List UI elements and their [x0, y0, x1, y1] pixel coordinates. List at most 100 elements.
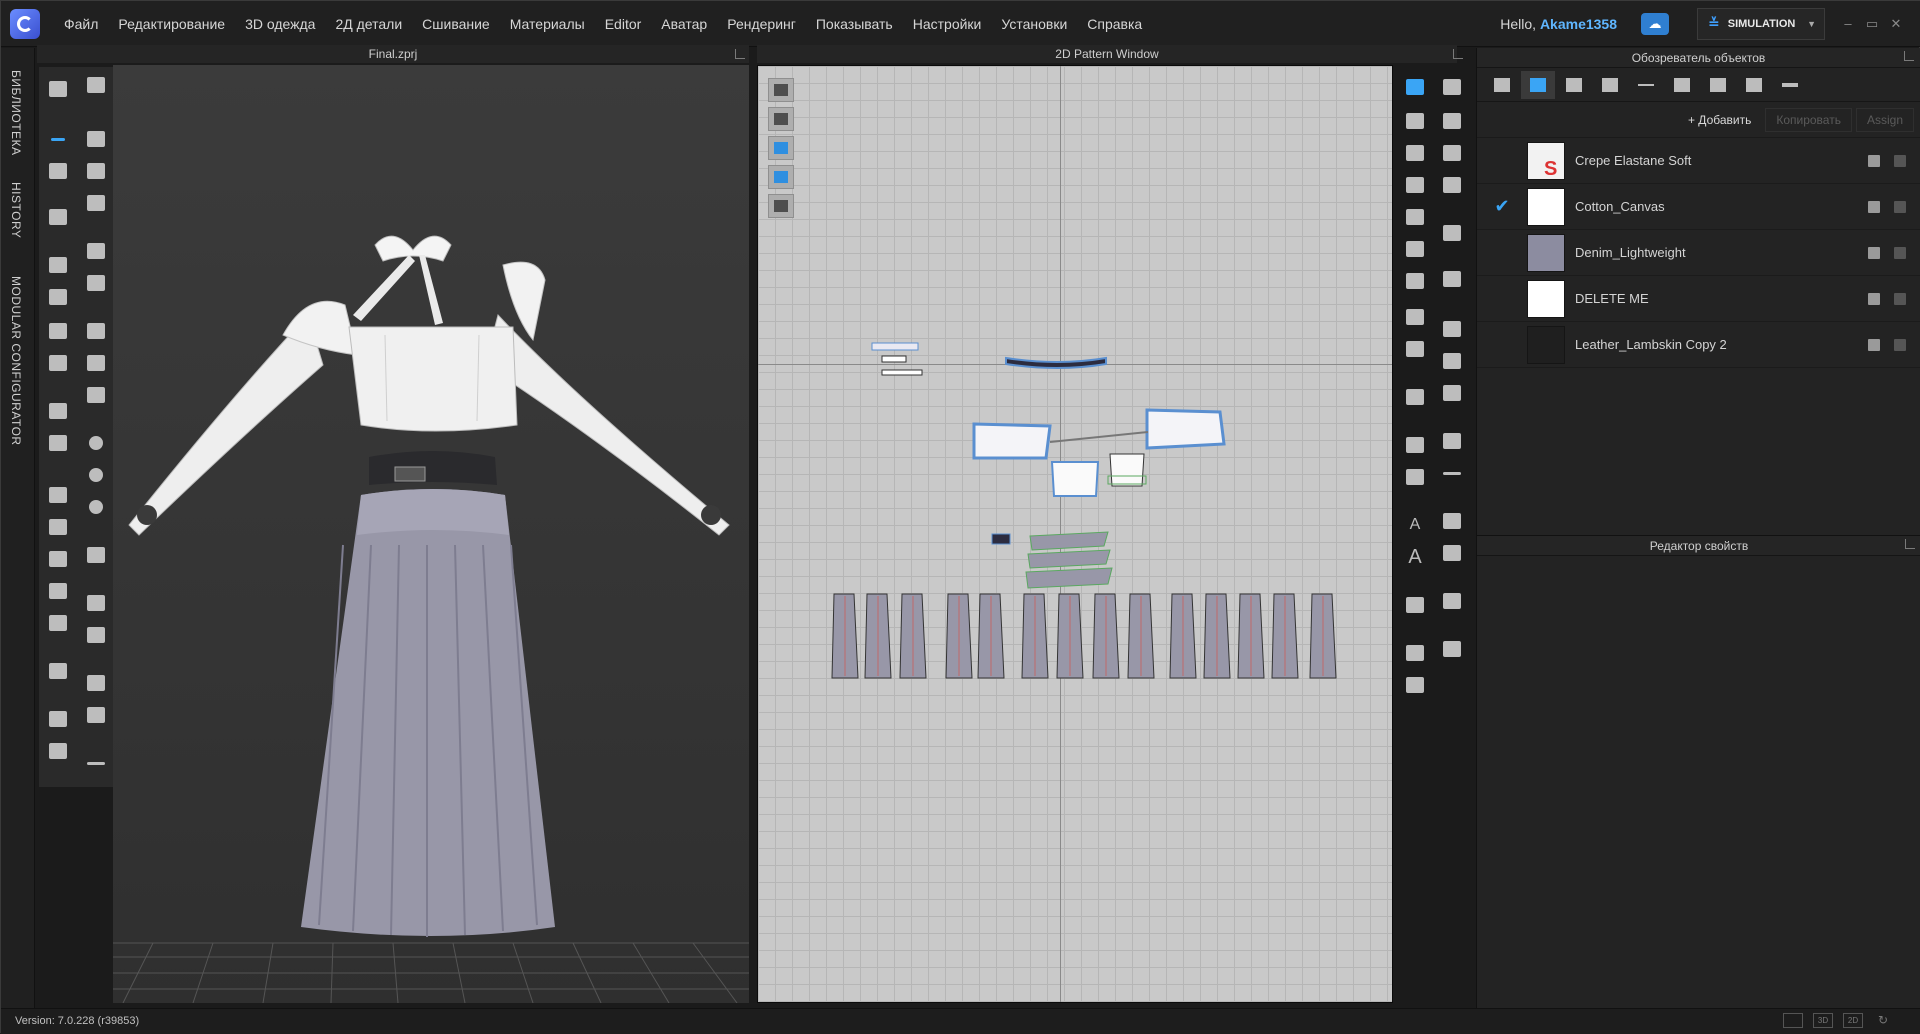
menu-render[interactable]: Рендеринг	[717, 1, 806, 47]
app-logo-icon[interactable]	[10, 8, 40, 39]
measure-tool-icon[interactable]	[45, 399, 71, 423]
list-item[interactable]: ✔ Cotton_Canvas	[1477, 184, 1920, 230]
delete-material-icon[interactable]	[1894, 292, 1906, 305]
tab-topstitch-icon[interactable]	[1665, 71, 1699, 99]
transform-pattern-icon[interactable]	[1402, 141, 1428, 165]
fold-arrangement-icon[interactable]	[1402, 641, 1428, 665]
menu-help[interactable]: Справка	[1077, 1, 1152, 47]
close-icon[interactable]: ✕	[1885, 16, 1907, 32]
buttonhole-tool-icon[interactable]	[83, 463, 109, 487]
trace-icon[interactable]	[1402, 305, 1428, 329]
save-material-icon[interactable]	[1868, 154, 1880, 167]
dashed-line-icon[interactable]	[1439, 461, 1465, 485]
gather-icon[interactable]	[1439, 509, 1465, 533]
delete-material-icon[interactable]	[1894, 246, 1906, 259]
arrange-tool-icon[interactable]	[45, 707, 71, 731]
fabric-tool-icon[interactable]	[83, 383, 109, 407]
viewport-3d[interactable]	[113, 65, 749, 1003]
tack-tool-icon[interactable]	[45, 285, 71, 309]
menu-preferences[interactable]: Установки	[991, 1, 1077, 47]
avatar-measure-icon[interactable]	[1402, 673, 1428, 697]
seam-allowance-icon[interactable]	[1402, 385, 1428, 409]
delete-material-icon[interactable]	[1894, 200, 1906, 213]
add-point-icon[interactable]	[1402, 337, 1428, 361]
tab-buttonhole-icon[interactable]	[1629, 71, 1663, 99]
brush-tool-icon[interactable]	[83, 159, 109, 183]
pin-tool-icon[interactable]	[45, 319, 71, 343]
menu-avatar[interactable]: Аватар	[651, 1, 717, 47]
save-material-icon[interactable]	[1868, 246, 1880, 259]
garment-tool-icon[interactable]	[45, 205, 71, 229]
pen-tool-icon[interactable]	[45, 159, 71, 183]
symmetry-icon[interactable]	[1439, 267, 1465, 291]
polygon-icon[interactable]	[1402, 173, 1428, 197]
add-button[interactable]: + Добавить	[1678, 109, 1761, 131]
save-material-icon[interactable]	[1868, 200, 1880, 213]
save-material-icon[interactable]	[1868, 292, 1880, 305]
dart-icon[interactable]	[1402, 269, 1428, 293]
table-icon[interactable]	[1439, 637, 1465, 661]
undock-2d-icon[interactable]	[1453, 49, 1463, 59]
minimize-icon[interactable]: –	[1837, 16, 1859, 31]
copy-button[interactable]: Копировать	[1765, 107, 1852, 132]
menu-sewing[interactable]: Сшивание	[412, 1, 500, 47]
edit-curve-icon[interactable]	[1402, 109, 1428, 133]
list-item[interactable]: Denim_Lightweight	[1477, 230, 1920, 276]
texture-tool-icon[interactable]	[45, 431, 71, 455]
camera-icon[interactable]	[1439, 589, 1465, 613]
tab-history[interactable]: HISTORY	[9, 182, 23, 238]
annotation-a-icon[interactable]: A	[1402, 513, 1428, 537]
edit-pattern-icon[interactable]	[1402, 75, 1428, 99]
tab-modular-configurator[interactable]: MODULAR CONFIGURATOR	[9, 276, 23, 446]
menu-edit[interactable]: Редактирование	[108, 1, 235, 47]
puff-tool-icon[interactable]	[83, 351, 109, 375]
tab-fabric-icon[interactable]	[1521, 70, 1555, 99]
pattern-shape-tool-icon[interactable]	[83, 319, 109, 343]
segment-sewing-icon[interactable]	[1402, 433, 1428, 457]
check-sewing-icon[interactable]	[1439, 141, 1465, 165]
grading-icon[interactable]	[1402, 593, 1428, 617]
username[interactable]: Akame1358	[1540, 16, 1617, 32]
button-tool-icon[interactable]	[83, 431, 109, 455]
run-tool-icon[interactable]	[83, 73, 109, 97]
pattern-fabric-icon[interactable]	[1439, 349, 1465, 373]
undock-icon[interactable]	[735, 49, 745, 59]
list-item[interactable]: Leather_Lambskin Copy 2	[1477, 322, 1920, 368]
undock-property-icon[interactable]	[1905, 539, 1915, 549]
text-a-icon[interactable]: A	[1402, 545, 1428, 569]
view-single-icon[interactable]	[1783, 1013, 1803, 1028]
tab-zipper-icon[interactable]	[1701, 71, 1735, 99]
simulation-mode-dropdown[interactable]: ≚ SIMULATION ▼	[1697, 7, 1825, 40]
stitch-tool-icon[interactable]	[83, 127, 109, 151]
tab-trim-icon[interactable]	[1773, 71, 1807, 99]
distance-tool-icon[interactable]	[83, 751, 109, 775]
tab-list-icon[interactable]	[1485, 71, 1519, 99]
hanger-tool-icon[interactable]	[45, 659, 71, 683]
fitting-tool-icon[interactable]	[45, 351, 71, 375]
delete-material-icon[interactable]	[1894, 338, 1906, 351]
delete-material-icon[interactable]	[1894, 154, 1906, 167]
select-move-tool-icon[interactable]	[45, 77, 71, 101]
trim-tool-icon[interactable]	[45, 579, 71, 603]
tab-button-icon[interactable]	[1593, 71, 1627, 99]
fold-pattern-icon[interactable]	[1439, 221, 1465, 245]
zipper-tool-icon[interactable]	[83, 495, 109, 519]
shape-tool-icon[interactable]	[83, 191, 109, 215]
menu-file[interactable]: Файл	[54, 1, 108, 47]
panel-tool-icon[interactable]	[83, 623, 109, 647]
sewing-tool-icon[interactable]	[1439, 75, 1465, 99]
box-tool-icon[interactable]	[45, 515, 71, 539]
menu-3d-garment[interactable]: 3D одежда	[235, 1, 325, 47]
fold-tool-icon[interactable]	[45, 253, 71, 277]
avatar-tool-icon[interactable]	[45, 611, 71, 635]
save-material-icon[interactable]	[1868, 338, 1880, 351]
layer-tool-icon[interactable]	[45, 739, 71, 763]
maximize-icon[interactable]: ▭	[1861, 16, 1883, 32]
menu-settings[interactable]: Настройки	[903, 1, 992, 47]
tape-icon[interactable]	[1402, 465, 1428, 489]
menu-materials[interactable]: Материалы	[500, 1, 595, 47]
tab-piping-icon[interactable]	[1737, 71, 1771, 99]
list-item[interactable]: S Crepe Elastane Soft	[1477, 138, 1920, 184]
piping-tool-icon[interactable]	[83, 591, 109, 615]
strap-tool-icon[interactable]	[83, 271, 109, 295]
